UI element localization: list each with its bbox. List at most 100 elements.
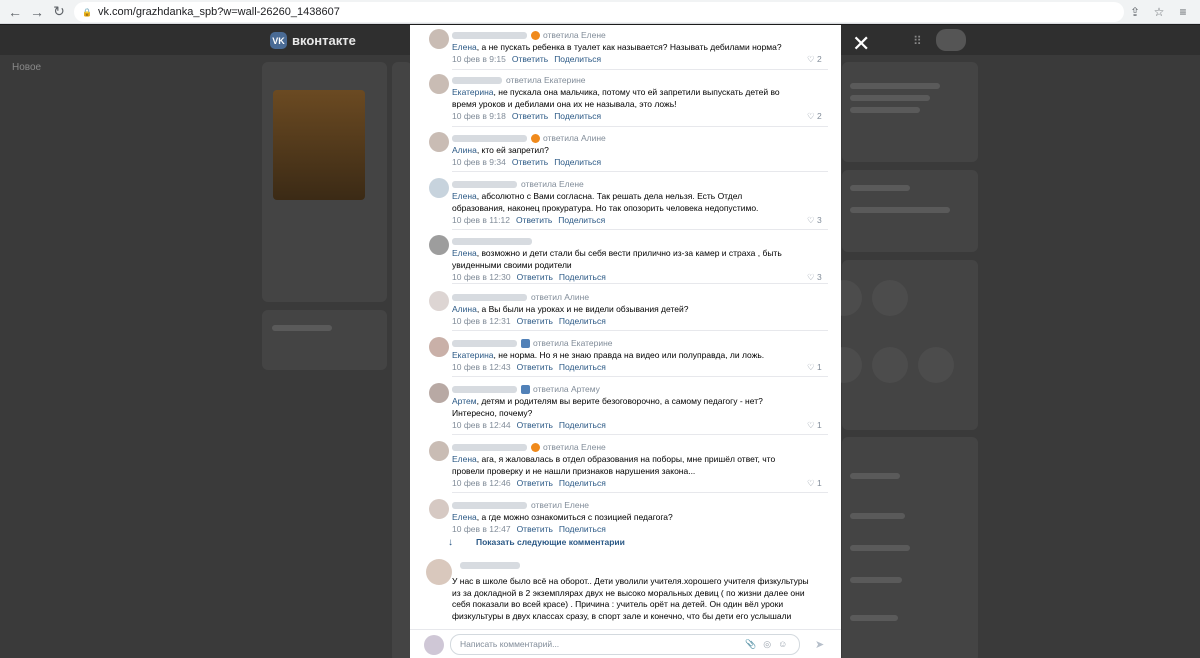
reply-button[interactable]: Ответить xyxy=(517,272,553,282)
share-button[interactable]: Поделиться xyxy=(554,111,601,121)
apps-grid-icon[interactable]: ⠿ xyxy=(913,34,922,48)
share-button[interactable]: Поделиться xyxy=(558,215,605,225)
vk-logo[interactable]: VK вконтакте xyxy=(270,32,356,49)
comment-avatar[interactable] xyxy=(426,559,452,585)
mention-link[interactable]: Елена xyxy=(452,248,477,258)
reply-button[interactable]: Ответить xyxy=(517,316,553,326)
reply-to[interactable]: ответила Елене xyxy=(543,29,606,41)
comment-avatar[interactable] xyxy=(429,441,449,461)
menu-icon[interactable]: ≡ xyxy=(1174,2,1192,22)
author-name-blurred[interactable] xyxy=(452,339,517,347)
author-name-blurred[interactable] xyxy=(452,134,527,142)
back-icon[interactable]: ← xyxy=(4,1,26,23)
share-button[interactable]: Поделиться xyxy=(554,157,601,167)
reply-button[interactable]: Ответить xyxy=(517,420,553,430)
comment-avatar[interactable] xyxy=(429,132,449,152)
share-button[interactable]: Поделиться xyxy=(559,362,606,372)
mention-link[interactable]: Елена xyxy=(452,512,477,522)
like-button[interactable]: ♡ 3 xyxy=(807,271,822,283)
comment-avatar[interactable] xyxy=(429,383,449,403)
comment-avatar[interactable] xyxy=(429,74,449,94)
emoji-icon[interactable]: ☺ xyxy=(778,639,787,650)
reply-button[interactable]: Ответить xyxy=(517,362,553,372)
reply-to[interactable]: ответил Елене xyxy=(531,499,589,511)
send-icon[interactable]: ➤ xyxy=(815,638,824,651)
share-button[interactable]: Поделиться xyxy=(559,272,606,282)
share-button[interactable]: Поделиться xyxy=(559,420,606,430)
reply-button[interactable]: Ответить xyxy=(516,215,552,225)
share-button[interactable]: Поделиться xyxy=(554,54,601,64)
reply-to[interactable]: ответил Алине xyxy=(531,291,589,303)
author-name-blurred[interactable] xyxy=(452,31,527,39)
reply-to[interactable]: ответила Елене xyxy=(521,178,584,190)
author-name-blurred[interactable] xyxy=(452,293,527,301)
close-icon[interactable]: ✕ xyxy=(852,33,870,55)
comment-date[interactable]: 10 фев в 12:46 xyxy=(452,478,511,488)
comment-avatar[interactable] xyxy=(429,499,449,519)
like-button[interactable]: ♡ 2 xyxy=(807,53,822,65)
mention-link[interactable]: Елена xyxy=(452,191,477,201)
comment-date[interactable]: 10 фев в 9:15 xyxy=(452,54,506,64)
like-count: 1 xyxy=(817,420,822,430)
blurred-text xyxy=(272,325,332,331)
forward-icon[interactable]: → xyxy=(26,1,48,23)
mention-link[interactable]: Алина xyxy=(452,145,477,155)
user-avatar[interactable] xyxy=(936,29,966,51)
reply-to[interactable]: ответила Екатерине xyxy=(506,74,586,86)
reply-to[interactable]: ответила Алине xyxy=(543,132,606,144)
author-name-blurred[interactable] xyxy=(452,76,502,84)
mention-link[interactable]: Алина xyxy=(452,304,477,314)
comment-date[interactable]: 10 фев в 12:43 xyxy=(452,362,511,372)
mention-link[interactable]: Екатерина xyxy=(452,87,494,97)
comment-avatar[interactable] xyxy=(429,337,449,357)
reply-button[interactable]: Ответить xyxy=(517,478,553,488)
comment-date[interactable]: 10 фев в 11:12 xyxy=(452,215,510,225)
like-button[interactable]: ♡ 1 xyxy=(807,361,822,373)
author-name-blurred[interactable] xyxy=(452,501,527,509)
attach-icon[interactable]: 📎 xyxy=(745,639,756,650)
mention-link[interactable]: Елена xyxy=(452,454,477,464)
share-button[interactable]: Поделиться xyxy=(559,316,606,326)
like-button[interactable]: ♡ 1 xyxy=(807,477,822,489)
author-name-blurred[interactable] xyxy=(452,180,517,188)
comment-avatar[interactable] xyxy=(429,29,449,49)
author-name-blurred[interactable] xyxy=(452,237,532,245)
url-text[interactable]: vk.com/grazhdanka_spb?w=wall-26260_14386… xyxy=(98,6,340,18)
reply-to[interactable]: ответила Екатерине xyxy=(533,337,613,349)
reply-button[interactable]: Ответить xyxy=(512,157,548,167)
show-more-comments-button[interactable]: ↓ Показать следующие комментарии xyxy=(448,537,625,548)
mention-link[interactable]: Екатерина xyxy=(452,350,494,360)
mention-link[interactable]: Артем xyxy=(452,396,477,406)
share-button[interactable]: Поделиться xyxy=(559,524,606,534)
comment-avatar[interactable] xyxy=(429,291,449,311)
author-name-blurred[interactable] xyxy=(452,385,517,393)
reload-icon[interactable]: ↻ xyxy=(48,1,70,23)
camera-icon[interactable]: ◎ xyxy=(763,639,771,650)
comment-date[interactable]: 10 фев в 9:18 xyxy=(452,111,506,121)
divider xyxy=(452,434,828,435)
reply-to[interactable]: ответила Елене xyxy=(543,441,606,453)
address-bar[interactable]: 🔒 vk.com/grazhdanka_spb?w=wall-26260_143… xyxy=(74,2,1124,22)
like-button[interactable]: ♡ 1 xyxy=(807,419,822,431)
my-avatar[interactable] xyxy=(424,635,444,655)
share-icon[interactable]: ⇪ xyxy=(1126,2,1144,22)
reply-to[interactable]: ответила Артему xyxy=(533,383,600,395)
author-name-blurred[interactable] xyxy=(460,561,520,569)
comment-date[interactable]: 10 фев в 12:47 xyxy=(452,524,511,534)
comment-date[interactable]: 10 фев в 9:34 xyxy=(452,157,506,167)
mention-link[interactable]: Елена xyxy=(452,42,477,52)
comment-avatar[interactable] xyxy=(429,235,449,255)
like-button[interactable]: ♡ 3 xyxy=(807,214,822,226)
comment-date[interactable]: 10 фев в 12:31 xyxy=(452,316,511,326)
like-button[interactable]: ♡ 2 xyxy=(807,110,822,122)
comment-avatar[interactable] xyxy=(429,178,449,198)
comment-date[interactable]: 10 фев в 12:44 xyxy=(452,420,511,430)
reply-button[interactable]: Ответить xyxy=(512,111,548,121)
star-icon[interactable]: ☆ xyxy=(1150,2,1168,22)
author-name-blurred[interactable] xyxy=(452,443,527,451)
reply-button[interactable]: Ответить xyxy=(512,54,548,64)
share-button[interactable]: Поделиться xyxy=(559,478,606,488)
left-nav-item[interactable]: Новое xyxy=(12,62,41,73)
reply-button[interactable]: Ответить xyxy=(517,524,553,534)
comment-date[interactable]: 10 фев в 12:30 xyxy=(452,272,511,282)
